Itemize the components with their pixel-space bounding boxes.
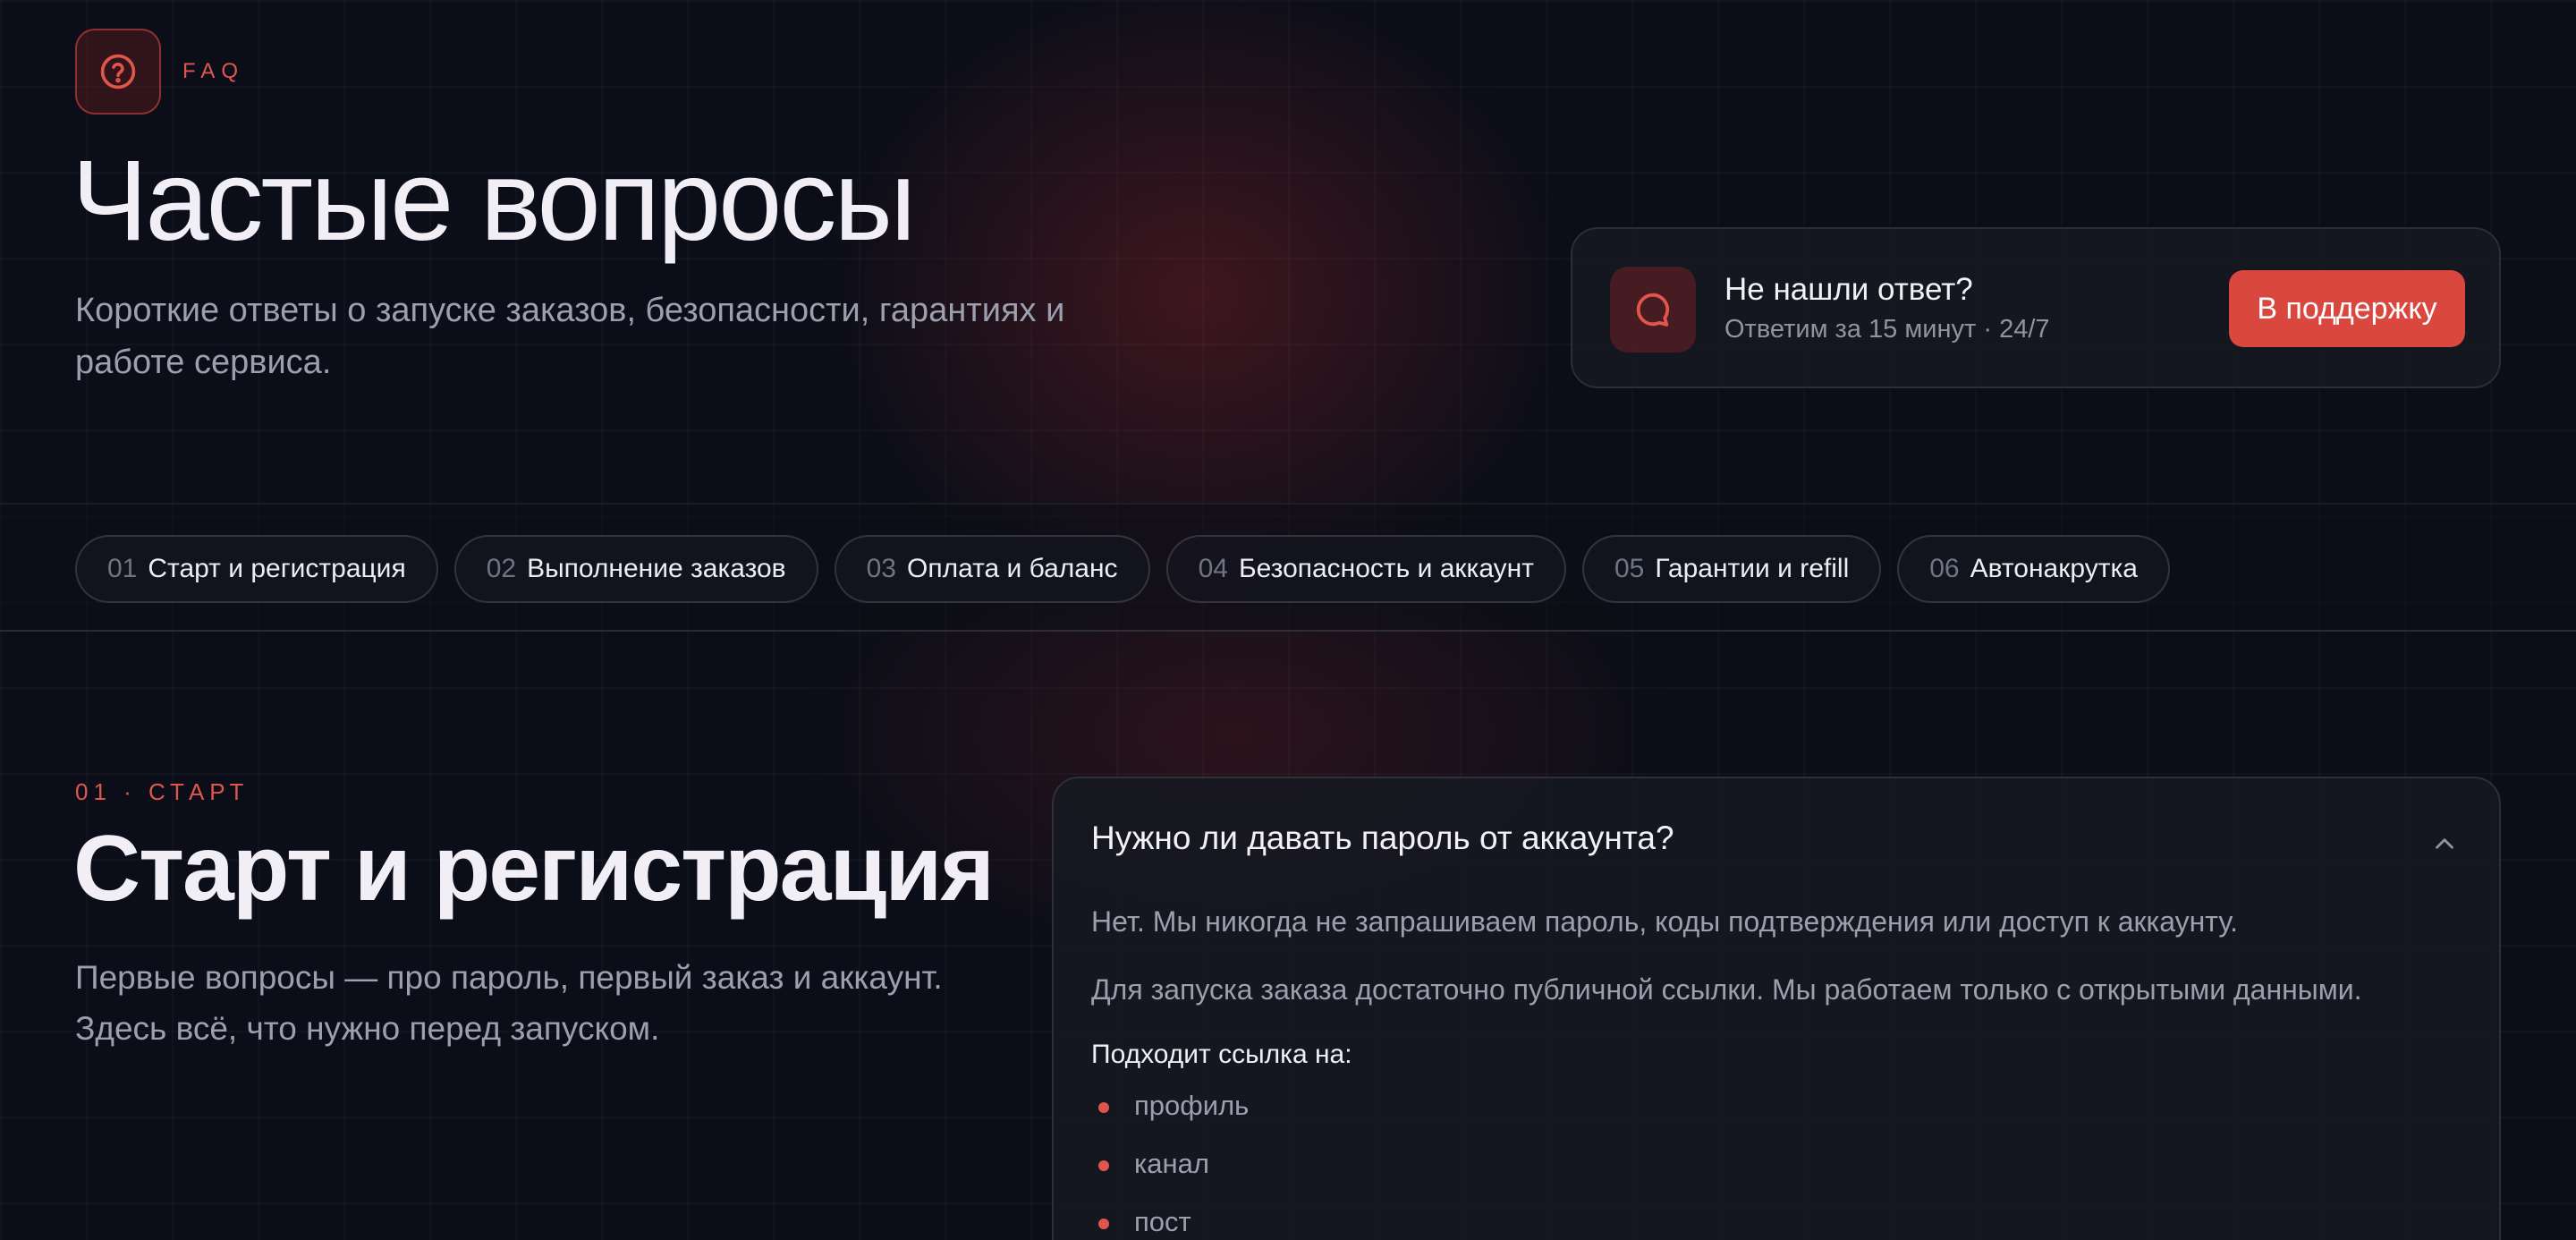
section-eyebrow: 01 · СТАРТ <box>75 778 250 805</box>
list-item: канал <box>1091 1148 1249 1206</box>
chat-bubble-icon <box>1636 293 1670 327</box>
faq-list-title: Подходит ссылка на: <box>1091 1040 1352 1069</box>
tab-number: 02 <box>486 554 517 583</box>
section-title: Старт и регистрация <box>73 817 995 921</box>
tab-label: Автонакрутка <box>1970 554 2138 583</box>
faq-question[interactable]: Нужно ли давать пароль от аккаунта? <box>1091 820 1674 857</box>
tab-start[interactable]: 01 Старт и регистрация <box>75 535 438 603</box>
tab-security[interactable]: 04 Безопасность и аккаунт <box>1165 535 1566 603</box>
support-button[interactable]: В поддержку <box>2229 270 2465 347</box>
faq-answer-paragraph: Для запуска заказа достаточно публичной … <box>1091 973 2362 1006</box>
chevron-up-icon[interactable] <box>2429 828 2460 859</box>
faq-link-types-list: профиль канал пост <box>1091 1090 1249 1240</box>
tab-number: 04 <box>1198 554 1228 583</box>
faq-page: FAQ Частые вопросы Короткие ответы о зап… <box>0 0 2576 1240</box>
tab-label: Оплата и баланс <box>907 554 1118 583</box>
support-card: Не нашли ответ? Ответим за 15 минут · 24… <box>1571 227 2501 388</box>
support-subtitle: Ответим за 15 минут · 24/7 <box>1724 315 2050 344</box>
list-item-label: пост <box>1134 1206 1191 1237</box>
tab-label: Выполнение заказов <box>527 554 786 583</box>
list-item-label: канал <box>1134 1148 1209 1179</box>
list-item-label: профиль <box>1134 1090 1250 1121</box>
list-item: профиль <box>1091 1090 1249 1148</box>
page-title: Частые вопросы <box>72 137 916 265</box>
category-tabs: 01 Старт и регистрация 02 Выполнение зак… <box>75 535 2170 603</box>
tab-guarantees[interactable]: 05 Гарантии и refill <box>1581 535 1882 603</box>
tab-number: 06 <box>1929 554 1960 583</box>
question-circle-icon <box>100 54 136 89</box>
faq-badge <box>75 29 161 115</box>
list-item: пост <box>1091 1206 1249 1240</box>
tab-payment[interactable]: 03 Оплата и баланс <box>834 535 1150 603</box>
tab-number: 03 <box>866 554 896 583</box>
tab-number: 01 <box>107 554 138 583</box>
faq-eyebrow: FAQ <box>182 59 245 83</box>
faq-item-password: Нужно ли давать пароль от аккаунта? Нет.… <box>1052 777 2501 1240</box>
support-title: Не нашли ответ? <box>1724 272 1973 307</box>
tab-label: Старт и регистрация <box>148 554 406 583</box>
bullet-dot-icon <box>1098 1219 1109 1229</box>
faq-answer-paragraph: Нет. Мы никогда не запрашиваем пароль, к… <box>1091 905 2238 938</box>
section-subtitle: Первые вопросы — про пароль, первый зака… <box>75 959 943 1047</box>
tab-label: Гарантии и refill <box>1655 554 1850 583</box>
bullet-dot-icon <box>1098 1160 1109 1171</box>
tab-label: Безопасность и аккаунт <box>1238 554 1534 583</box>
tab-number: 05 <box>1614 554 1645 583</box>
tab-orders[interactable]: 02 Выполнение заказов <box>453 535 818 603</box>
bullet-dot-icon <box>1098 1102 1109 1113</box>
tab-autoboost[interactable]: 06 Автонакрутка <box>1897 535 2170 603</box>
category-tabbar: 01 Старт и регистрация 02 Выполнение зак… <box>0 503 2576 632</box>
page-subtitle: Короткие ответы о запуске заказов, безоп… <box>75 292 1065 381</box>
support-icon-tile <box>1610 267 1696 352</box>
